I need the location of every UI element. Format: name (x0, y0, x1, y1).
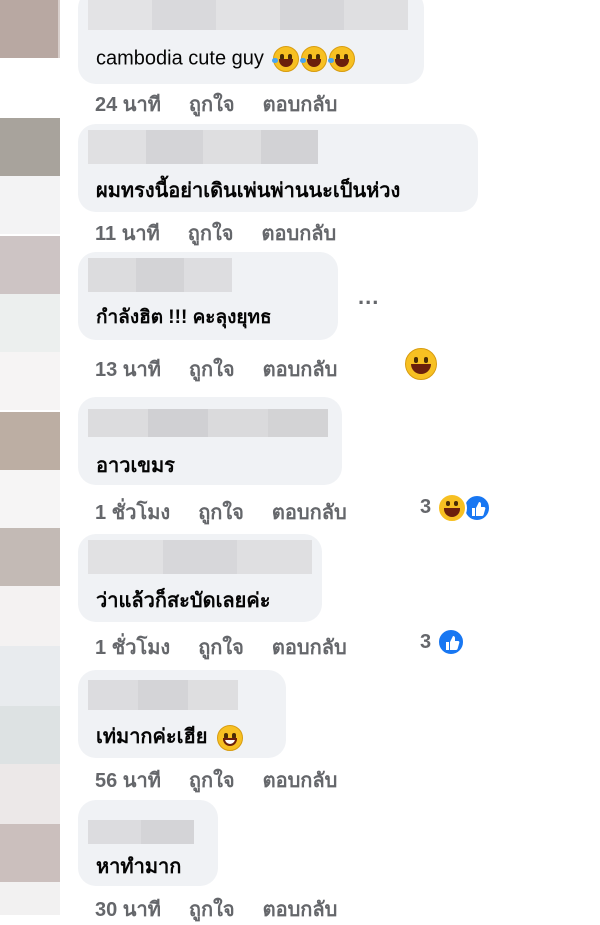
comment-text: อาวเขมร (96, 455, 175, 477)
like-link[interactable]: ถูกใจ (189, 353, 235, 385)
comment-bubble[interactable]: เท่มากค่ะเฮีย (78, 670, 286, 758)
like-link[interactable]: ถูกใจ (189, 88, 235, 120)
comment-text: ว่าแล้วก็สะบัดเลยค่ะ (96, 590, 271, 612)
grinning-emoji-icon (437, 493, 467, 523)
reply-link[interactable]: ตอบกลับ (263, 764, 338, 796)
like-reaction-icon (437, 628, 465, 656)
reply-link[interactable]: ตอบกลับ (272, 631, 347, 663)
rofl-emoji-icon (300, 46, 328, 72)
comment-text: cambodia cute guy (96, 46, 356, 72)
comment-text: ผมทรงนี้อย่าเดินเพ่นพ่านนะเป็นห่วง (96, 180, 401, 202)
more-options-button[interactable]: ... (358, 284, 379, 310)
comment-meta: 11 นาที ถูกใจ ตอบกลับ (95, 217, 336, 249)
avatar[interactable] (0, 882, 60, 915)
comment-meta: 1 ชั่วโมง ถูกใจ ตอบกลับ (95, 631, 347, 663)
commenter-name-blurred[interactable] (88, 820, 194, 844)
comment-time[interactable]: 56 นาที (95, 764, 161, 796)
avatar[interactable] (0, 764, 60, 824)
comment-time[interactable]: 24 นาที (95, 88, 161, 120)
like-link[interactable]: ถูกใจ (198, 631, 244, 663)
rofl-emoji-icon (328, 46, 356, 72)
reply-link[interactable]: ตอบกลับ (263, 88, 338, 120)
comment-bubble[interactable]: ผมทรงนี้อย่าเดินเพ่นพ่านนะเป็นห่วง (78, 124, 478, 212)
comment-time[interactable]: 13 นาที (95, 353, 161, 385)
comment-text: เท่มากค่ะเฮีย (96, 720, 243, 752)
commenter-name-blurred[interactable] (88, 258, 232, 292)
avatar[interactable] (0, 824, 60, 882)
comment-time[interactable]: 30 นาที (95, 893, 161, 925)
avatar[interactable] (0, 470, 60, 528)
avatar[interactable] (0, 118, 60, 176)
avatar[interactable] (0, 294, 60, 352)
comment-meta: 30 นาที ถูกใจ ตอบกลับ (95, 893, 337, 925)
comment-bubble[interactable]: ว่าแล้วก็สะบัดเลยค่ะ (78, 534, 322, 622)
like-link[interactable]: ถูกใจ (189, 893, 235, 925)
rofl-emoji-icon (272, 46, 300, 72)
reaction-count[interactable]: 3 (420, 496, 431, 519)
avatar[interactable] (0, 528, 60, 586)
reply-link[interactable]: ตอบกลับ (263, 353, 338, 385)
comment-bubble[interactable]: อาวเขมร (78, 397, 342, 485)
comment-time[interactable]: 11 นาที (95, 217, 160, 249)
avatar[interactable] (0, 586, 60, 646)
avatar[interactable] (0, 176, 60, 234)
reaction-count[interactable]: 3 (420, 631, 431, 654)
comment-bubble[interactable]: กำลังฮิต !!! คะลุงยุทธ (78, 252, 338, 340)
comment-meta: 13 นาที ถูกใจ ตอบกลับ (95, 353, 337, 385)
like-link[interactable]: ถูกใจ (198, 496, 244, 528)
reply-link[interactable]: ตอบกลับ (272, 496, 347, 528)
avatar[interactable] (0, 706, 60, 764)
commenter-name-blurred[interactable] (88, 540, 313, 574)
comment-time[interactable]: 1 ชั่วโมง (95, 496, 170, 528)
commenter-name-blurred[interactable] (88, 409, 328, 437)
like-link[interactable]: ถูกใจ (188, 217, 234, 249)
avatar[interactable] (0, 0, 60, 58)
comment-time[interactable]: 1 ชั่วโมง (95, 631, 170, 663)
comment-text: กำลังฮิต !!! คะลุงยุทธ (96, 307, 272, 328)
commenter-name-blurred[interactable] (88, 0, 408, 30)
comment-meta: 1 ชั่วโมง ถูกใจ ตอบกลับ (95, 496, 347, 528)
avatar[interactable] (0, 412, 60, 470)
avatar[interactable] (0, 352, 60, 410)
reply-link[interactable]: ตอบกลับ (263, 893, 338, 925)
like-link[interactable]: ถูกใจ (189, 764, 235, 796)
comment-bubble[interactable]: cambodia cute guy (78, 0, 424, 84)
commenter-name-blurred[interactable] (88, 130, 318, 164)
comment-meta: 24 นาที ถูกใจ ตอบกลับ (95, 88, 337, 120)
like-reaction-icon (463, 494, 491, 522)
comment-text: หาทำมาก (96, 856, 182, 878)
reply-link[interactable]: ตอบกลับ (262, 217, 337, 249)
avatar[interactable] (0, 646, 60, 706)
comment-meta: 56 นาที ถูกใจ ตอบกลับ (95, 764, 337, 796)
comment-bubble[interactable]: หาทำมาก (78, 800, 218, 886)
grinning-emoji-icon[interactable] (405, 348, 437, 380)
grinning-emoji-icon (217, 724, 243, 751)
avatar[interactable] (0, 236, 60, 294)
commenter-name-blurred[interactable] (88, 680, 238, 710)
